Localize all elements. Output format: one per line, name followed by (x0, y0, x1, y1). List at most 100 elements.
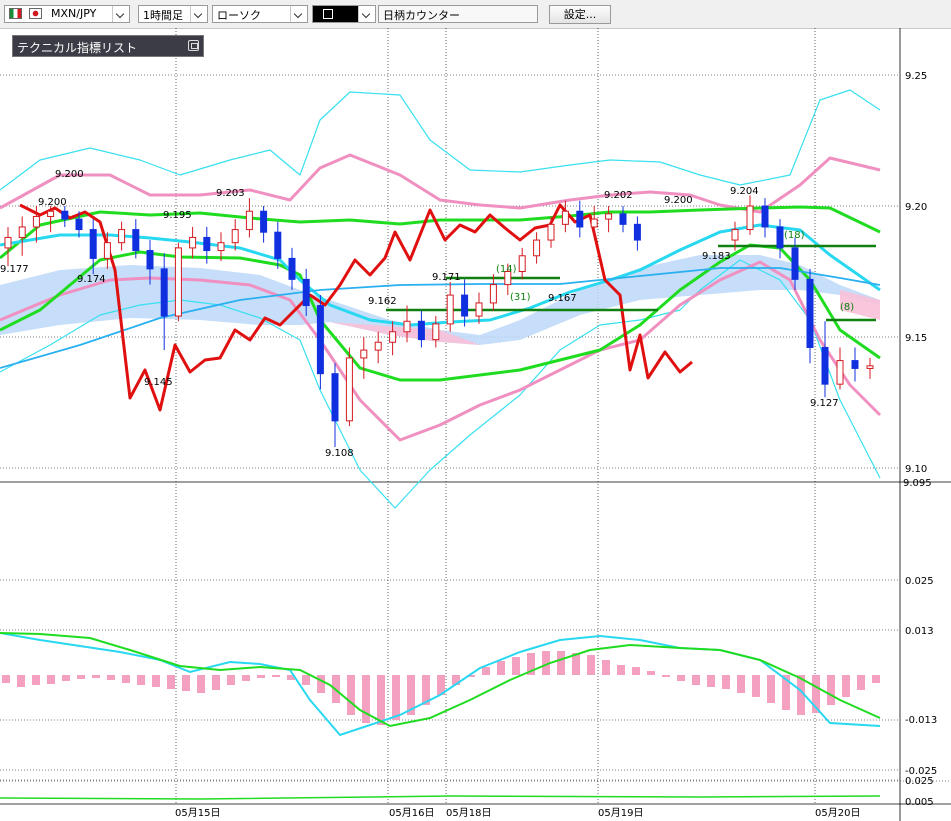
macd-histogram-bar (872, 675, 880, 683)
count-annotation: (18) (784, 230, 805, 241)
price-annotation: 9.200 (38, 197, 67, 208)
macd-histogram-bar (617, 665, 625, 675)
price-chart[interactable]: 9.177 9.200 9.200 9.174 9.195 9.145 9.203 9.108… (0, 0, 951, 821)
price-annotation: 9.171 (432, 272, 461, 283)
macd-histogram-bar (752, 675, 760, 697)
price-axis-tick: 9.15 (905, 333, 927, 344)
price-annotation: 9.204 (730, 186, 759, 197)
count-annotation: (31) (510, 292, 531, 303)
candle-body (866, 365, 874, 369)
time-axis-label: 05月19日 (598, 807, 643, 819)
candle-body (174, 247, 182, 317)
candle-body (446, 294, 454, 325)
candle-body (619, 213, 627, 225)
candle-body (360, 349, 368, 359)
candle-body (731, 229, 739, 241)
macd-histogram-bar (857, 675, 865, 690)
candle-body (75, 218, 83, 231)
price-annotation: 9.202 (604, 190, 633, 201)
candle-body (316, 305, 324, 375)
candle-body (189, 236, 197, 249)
macd-histogram-bar (197, 675, 205, 693)
candle-body (47, 210, 55, 217)
time-axis: 05月15日 05月16日 05月18日 05月19日 05月20日 (175, 807, 860, 819)
macd-histogram-bar (302, 675, 310, 685)
time-axis-label: 05月15日 (175, 807, 220, 819)
price-annotation: 9.145 (144, 377, 173, 388)
macd-histogram-bar (317, 675, 325, 693)
macd-histogram-bar (377, 675, 385, 725)
candle-body (274, 231, 282, 259)
candle-body (231, 229, 239, 244)
candle-body (791, 247, 799, 280)
price-annotation: 9.203 (216, 188, 245, 199)
macd-histogram-bar (767, 675, 775, 703)
price-annotation: 9.183 (702, 251, 731, 262)
time-axis-label: 05月16日 (389, 807, 434, 819)
candle-body (345, 357, 353, 422)
macd-histogram-bar (32, 675, 40, 685)
macd-histogram-bar (587, 655, 595, 675)
indicator-list-panel[interactable]: テクニカル指標リスト (12, 35, 204, 57)
macd-axis-tick: -0.013 (905, 715, 937, 726)
macd-histogram-bar (227, 675, 235, 685)
candle-body (260, 210, 268, 233)
candle-body (61, 210, 69, 220)
candle-body (605, 213, 613, 220)
count-annotation: (8) (840, 302, 854, 313)
sub-axis-tick: 0.005 (905, 797, 934, 808)
macd-histogram-bar (692, 675, 700, 685)
candle-body (821, 346, 829, 385)
candle-body (776, 226, 784, 249)
candle-body (160, 268, 168, 317)
macd-histogram-bar (557, 651, 565, 675)
macd-histogram-bar (497, 661, 505, 675)
candlesticks (4, 195, 874, 448)
macd-axis-tick: 0.025 (905, 576, 934, 587)
candle-body (146, 250, 154, 270)
candle-body (217, 242, 225, 252)
count-annotation: (14) (496, 264, 517, 275)
candle-body (432, 323, 440, 341)
price-annotation: 9.167 (548, 293, 577, 304)
sub-indicator-line (0, 795, 881, 800)
candle-body (590, 218, 598, 228)
macd-histogram-bar (47, 675, 55, 684)
macd-histogram-bar (347, 675, 355, 715)
candle-body (746, 205, 754, 231)
candle-body (417, 320, 425, 341)
macd-histogram-bar (602, 660, 610, 675)
macd-histogram-bar (842, 675, 850, 697)
macd-histogram-bar (167, 675, 175, 689)
macd-histogram-bar (677, 675, 685, 681)
macd-histogram-bar (92, 675, 100, 678)
indicator-list-title: テクニカル指標リスト (17, 41, 138, 55)
macd-histogram-bar (182, 675, 190, 691)
price-axis-tick: 9.10 (905, 464, 927, 475)
sub-axis-tick: 0.025 (905, 776, 934, 787)
price-axis-tick: 9.20 (905, 202, 927, 213)
candle-body (302, 278, 310, 307)
macd-panel (0, 632, 881, 800)
candle-body (32, 215, 40, 228)
macd-histogram-bar (107, 675, 115, 680)
restore-icon[interactable] (188, 40, 199, 51)
candle-body (18, 226, 26, 238)
macd-histogram-bar (17, 675, 25, 687)
candle-body (374, 341, 382, 351)
candle-body (389, 331, 397, 343)
time-axis-label: 05月20日 (815, 807, 860, 819)
price-annotation: 9.195 (163, 210, 192, 221)
candle-body (103, 242, 111, 259)
macd-histogram-bar (212, 675, 220, 690)
candle-body (4, 236, 12, 249)
candle-body (561, 210, 569, 225)
candle-body (851, 360, 859, 369)
candle-body (132, 229, 140, 252)
macd-histogram-bar (647, 671, 655, 675)
macd-histogram-bar (512, 657, 520, 675)
candle-body (245, 210, 253, 231)
macd-histogram-bar (2, 675, 10, 683)
candle-body (89, 229, 97, 259)
bollinger-upper-2 (0, 89, 881, 191)
